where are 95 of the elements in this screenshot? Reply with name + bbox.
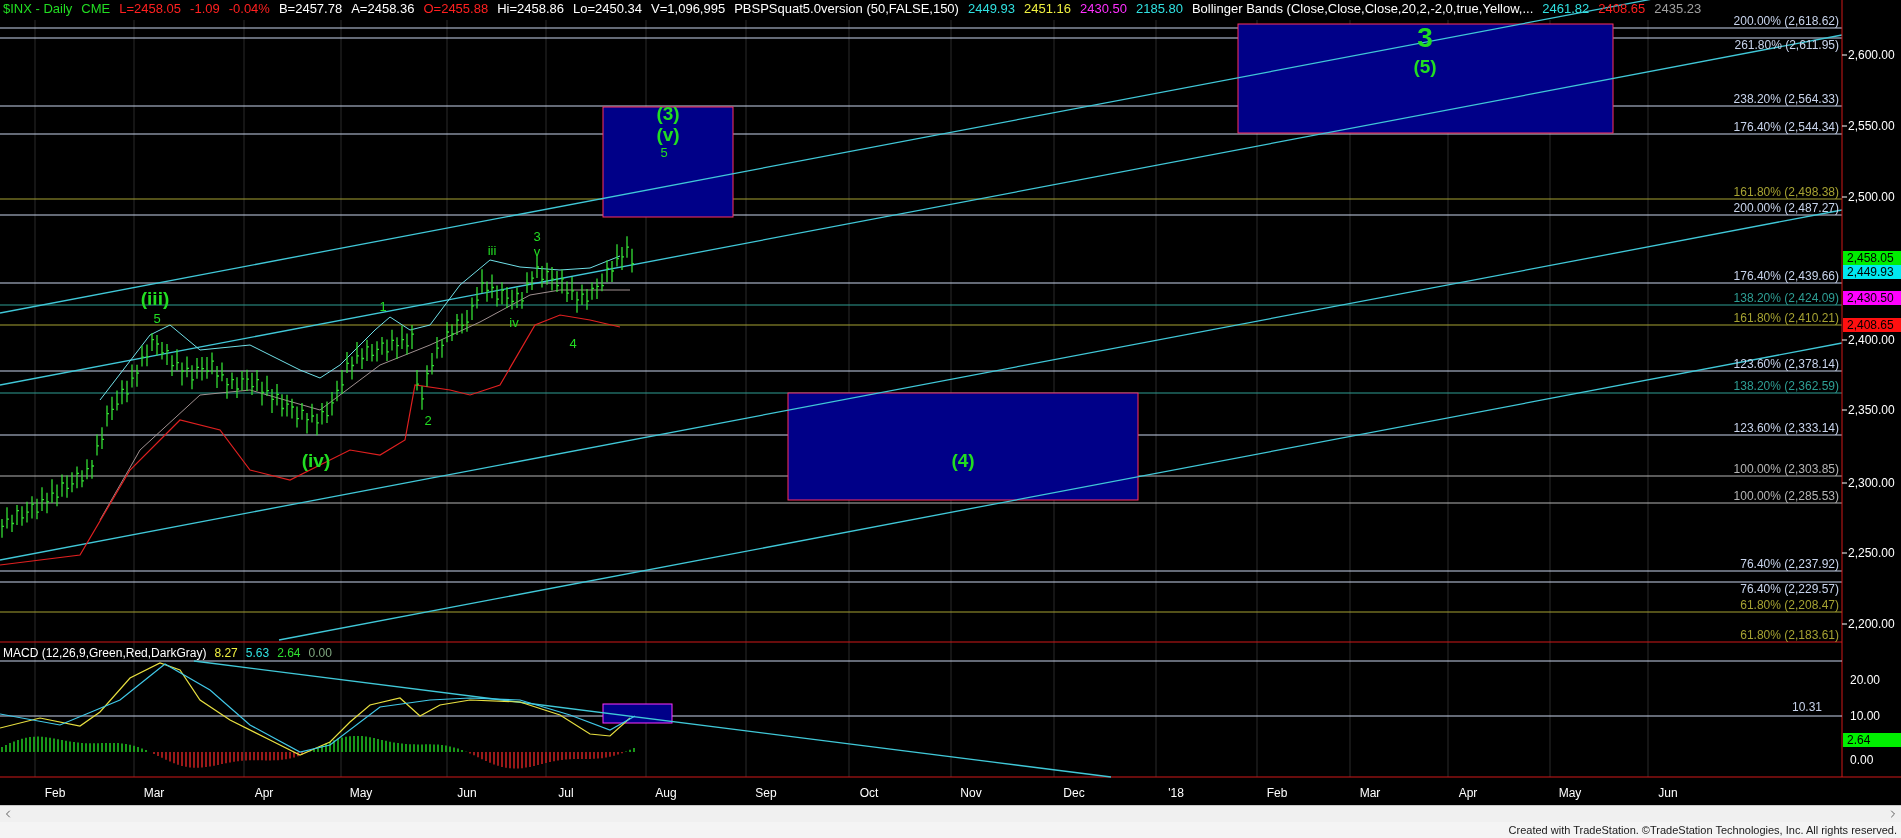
quote-value: Lo=2450.34 [573,1,643,17]
quote-value: 2435.23 [1654,1,1702,17]
axis-label: 2,250.00 [1848,546,1895,560]
fib-level-label: 123.60% (2,378.14) [1733,358,1839,370]
axis-label: Mar [1359,786,1381,800]
target-zone [602,703,673,724]
axis-label: Nov [960,786,982,800]
quote-value: L=2458.05 [119,1,182,17]
wave-label: 5 [660,145,668,159]
fib-level-label: 138.20% (2,362.59) [1733,380,1839,392]
axis-label: Mar [143,786,165,800]
indicator-value: 8.27 [214,646,238,660]
fib-level-label: 161.80% (2,498.38) [1733,186,1839,198]
footer-text: Created with TradeStation. ©TradeStation Technologies, Inc. All rights reserved. [1508,823,1897,837]
quote-value: 2461.82 [1542,1,1590,17]
axis-label: 2,300.00 [1848,476,1895,490]
fib-level-label: 100.00% (2,303.85) [1733,463,1839,475]
indicator-value: 5.63 [245,646,270,660]
fib-level-label: 176.40% (2,544.34) [1733,121,1839,133]
quote-value: 2430.50 [1079,1,1127,17]
quote-value: Hi=2458.86 [497,1,565,17]
quote-value: O=2455.88 [423,1,489,17]
fib-level-label: 100.00% (2,285.53) [1733,490,1839,502]
axis-label: Jun [457,786,477,800]
value-tag: 2.64 [1843,733,1901,747]
axis-label: Jun [1658,786,1678,800]
axis-label: Oct [859,786,879,800]
level-label: 10.31 [1792,701,1823,714]
quote-value: B=2457.78 [278,1,343,17]
wave-label: 5 [153,311,161,325]
price-tag: 2,430.50 [1843,291,1901,305]
wave-label: 4 [569,336,577,350]
wave-label: (3) [656,103,680,123]
axis-label: Jul [558,786,574,800]
fib-level-label: 61.80% (2,208.47) [1740,599,1839,611]
axis-label: 2,500.00 [1848,190,1895,204]
quote-value: 2451.16 [1023,1,1071,17]
axis-label: Aug [655,786,677,800]
axis-label: 2,350.00 [1848,403,1895,417]
wave-label: (v) [656,124,680,144]
wave-label: (iv) [301,450,331,470]
wave-label: iv [509,315,519,329]
quote-value: CME [81,1,111,17]
price-tag: 2,449.93 [1843,265,1901,279]
axis-label: 2,200.00 [1848,617,1895,631]
fib-level-label: 123.60% (2,333.14) [1733,422,1839,434]
axis-label: 2,400.00 [1848,333,1895,347]
wave-label: v [533,244,541,258]
quote-value: -1.09 [190,1,220,17]
indicator-value: 2.64 [277,646,301,660]
wave-label: 1 [379,299,387,313]
quote-value: Bollinger Bands (Close,Close,Close,20,2,-2,0,true,Yellow,... [1191,1,1534,17]
quote-value: 2185.80 [1135,1,1183,17]
axis-label: Apr [1458,786,1478,800]
wave-label: (4) [951,450,975,470]
quote-value: V=1,096,995 [651,1,726,17]
axis-label: May [349,786,373,800]
quote-value: PBSPSquat5.0version (50,FALSE,150) [734,1,959,17]
scrollbar[interactable] [0,805,1901,822]
fib-level-label: 61.80% (2,183.61) [1740,629,1839,641]
wave-label: 2 [424,413,432,427]
quote-value: $INX - Daily [3,1,73,17]
axis-label: '18 [1168,786,1184,800]
axis-label: Feb [44,786,66,800]
price-tag: 2,458.05 [1843,251,1901,265]
price-tag: 2,408.65 [1843,318,1901,332]
axis-label: 2,600.00 [1848,48,1895,62]
quote-value: A=2458.36 [351,1,415,17]
fib-level-label: 238.20% (2,564.33) [1733,93,1839,105]
axis-label: May [1558,786,1582,800]
fib-level-label: 200.00% (2,487.27) [1733,202,1839,214]
fib-level-label: 261.80% (2,611.95) [1734,39,1839,51]
indicator-title: MACD (12,26,9,Green,Red,DarkGray) [3,646,207,660]
axis-label: 0.00 [1850,753,1874,767]
indicator-value: 0.00 [308,646,332,660]
axis-label: Sep [755,786,777,800]
axis-label: 10.00 [1850,709,1881,723]
fib-level-label: 200.00% (2,618.62) [1733,15,1839,27]
quote-value: -0.04% [228,1,270,17]
wave-label: iii [487,243,497,257]
quote-value: 2449.93 [967,1,1015,17]
fib-level-label: 138.20% (2,424.09) [1733,292,1839,304]
axis-label: 20.00 [1850,673,1881,687]
axis-label: Apr [254,786,274,800]
fib-level-label: 76.40% (2,237.92) [1740,558,1839,570]
fib-level-label: 176.40% (2,439.66) [1733,270,1839,282]
quote-value: 2408.65 [1598,1,1646,17]
wave-label: (iii) [140,288,170,308]
wave-label: 3 [533,229,541,243]
fib-level-label: 76.40% (2,229.57) [1740,583,1839,595]
fib-level-label: 161.80% (2,410.21) [1733,312,1839,324]
axis-label: Feb [1266,786,1288,800]
axis-label: 2,550.00 [1848,119,1895,133]
wave-label: (5) [1413,56,1437,76]
axis-label: Dec [1063,786,1085,800]
